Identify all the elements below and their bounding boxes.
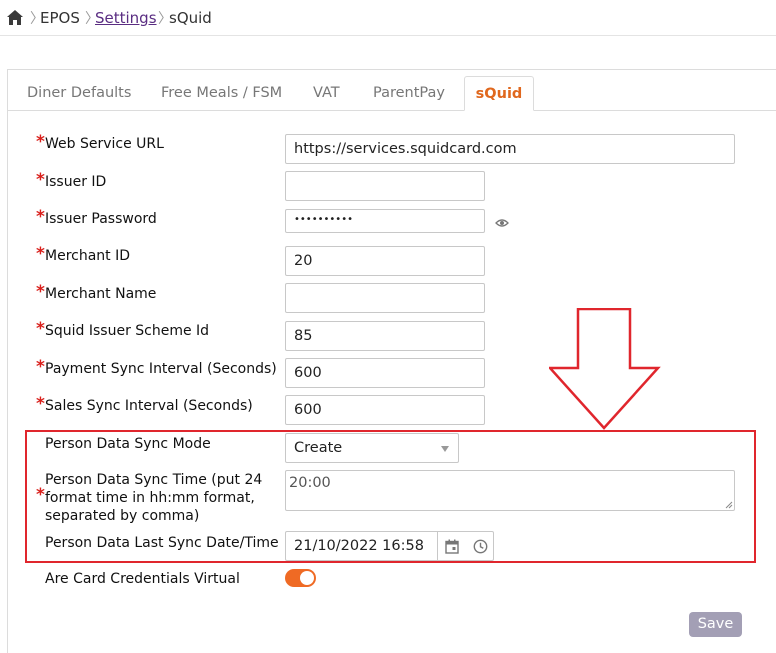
highlight-box bbox=[25, 430, 756, 563]
breadcrumb: 〉 EPOS 〉 Settings 〉 sQuid bbox=[0, 0, 776, 36]
required-marker: * bbox=[36, 357, 45, 377]
merchant-id-label: Merchant ID bbox=[45, 248, 131, 264]
payment-sync-input[interactable]: 600 bbox=[285, 358, 485, 388]
breadcrumb-item-squid: sQuid bbox=[169, 9, 212, 27]
required-marker: * bbox=[36, 207, 45, 227]
required-marker: * bbox=[36, 132, 45, 152]
sales-sync-input[interactable]: 600 bbox=[285, 395, 485, 425]
toggle-knob bbox=[300, 571, 314, 585]
card-virtual-toggle[interactable] bbox=[285, 569, 316, 587]
sales-sync-label: Sales Sync Interval (Seconds) bbox=[45, 398, 253, 414]
issuer-id-input[interactable] bbox=[285, 171, 485, 201]
tab-squid[interactable]: sQuid bbox=[464, 76, 534, 111]
scheme-id-label: Squid Issuer Scheme Id bbox=[45, 323, 210, 339]
down-arrow-icon bbox=[549, 308, 661, 430]
required-marker: * bbox=[36, 170, 45, 190]
required-marker: * bbox=[36, 394, 45, 414]
issuer-id-label: Issuer ID bbox=[45, 174, 107, 190]
issuer-password-input[interactable]: •••••••••• bbox=[285, 209, 485, 233]
scheme-id-input[interactable]: 85 bbox=[285, 321, 485, 351]
save-button[interactable]: Save bbox=[689, 612, 742, 637]
eye-icon[interactable] bbox=[495, 218, 509, 228]
breadcrumb-item-epos[interactable]: EPOS bbox=[40, 9, 80, 27]
breadcrumb-item-settings[interactable]: Settings bbox=[95, 9, 157, 27]
tab-free-meals-fsm[interactable]: Free Meals / FSM bbox=[147, 76, 296, 111]
payment-sync-label: Payment Sync Interval (Seconds) bbox=[45, 361, 277, 377]
tab-vat[interactable]: VAT bbox=[299, 76, 354, 111]
tab-diner-defaults[interactable]: Diner Defaults bbox=[13, 76, 145, 111]
web-service-url-label: Web Service URL bbox=[45, 136, 164, 152]
web-service-url-input[interactable]: https://services.squidcard.com bbox=[285, 134, 735, 164]
card-virtual-label: Are Card Credentials Virtual bbox=[45, 571, 240, 587]
required-marker: * bbox=[36, 282, 45, 302]
home-icon[interactable] bbox=[6, 9, 24, 26]
merchant-id-input[interactable]: 20 bbox=[285, 246, 485, 276]
merchant-name-input[interactable] bbox=[285, 283, 485, 313]
required-marker: * bbox=[36, 244, 45, 264]
merchant-name-label: Merchant Name bbox=[45, 286, 157, 302]
tab-parentpay[interactable]: ParentPay bbox=[359, 76, 459, 111]
issuer-password-label: Issuer Password bbox=[45, 211, 157, 227]
required-marker: * bbox=[36, 319, 45, 339]
